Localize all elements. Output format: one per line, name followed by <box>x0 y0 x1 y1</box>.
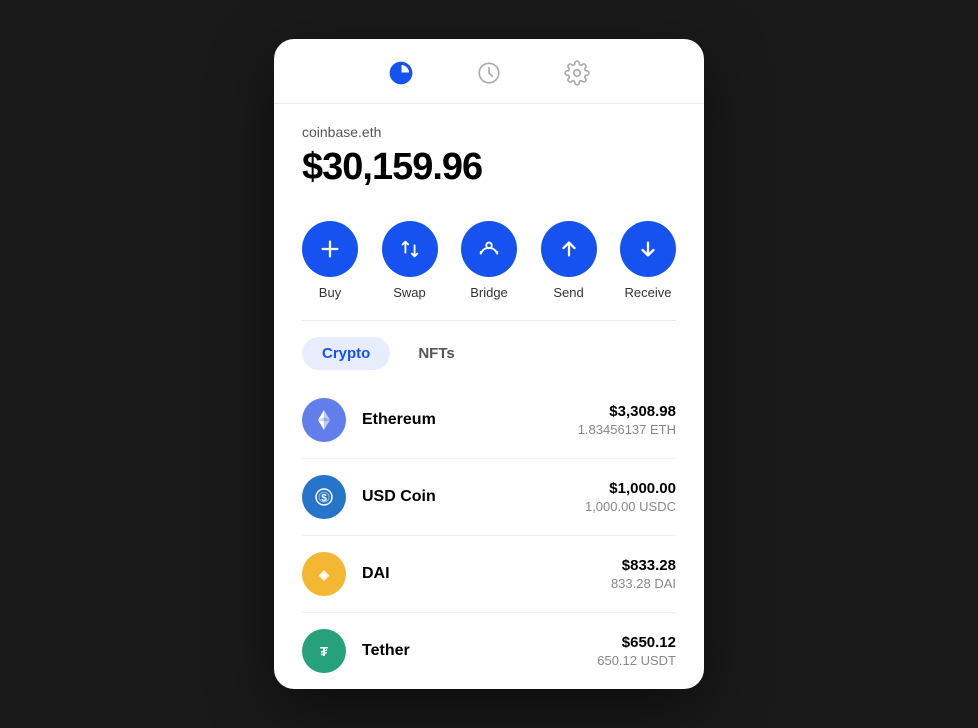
asset-row-usdc[interactable]: $ USD Coin $1,000.00 1,000.00 USDC <box>302 459 676 536</box>
asset-row-usdt[interactable]: ₮ Tether $650.12 650.12 USDT <box>302 613 676 689</box>
eth-icon <box>302 398 346 442</box>
dai-usd: $833.28 <box>611 557 676 574</box>
usdt-name: Tether <box>362 642 597 660</box>
buy-action[interactable]: Buy <box>302 221 358 300</box>
usdc-name: USD Coin <box>362 488 585 506</box>
svg-text:◈: ◈ <box>318 567 330 582</box>
dai-name: DAI <box>362 565 611 583</box>
usdt-values: $650.12 650.12 USDT <box>597 634 676 668</box>
asset-row-dai[interactable]: ◈ DAI $833.28 833.28 DAI <box>302 536 676 613</box>
dai-values: $833.28 833.28 DAI <box>611 557 676 591</box>
action-buttons-row: Buy Swap Bridge <box>274 197 704 320</box>
tab-nfts[interactable]: NFTs <box>398 337 474 370</box>
dai-icon: ◈ <box>302 552 346 596</box>
eth-crypto: 1.83456137 ETH <box>578 422 676 437</box>
usdc-usd: $1,000.00 <box>585 480 676 497</box>
eth-usd: $3,308.98 <box>578 403 676 420</box>
usdc-values: $1,000.00 1,000.00 USDC <box>585 480 676 514</box>
receive-action[interactable]: Receive <box>620 221 676 300</box>
usdt-crypto: 650.12 USDT <box>597 653 676 668</box>
portfolio-nav-icon[interactable] <box>387 59 415 87</box>
history-nav-icon[interactable] <box>475 59 503 87</box>
tab-crypto[interactable]: Crypto <box>302 337 390 370</box>
usdc-crypto: 1,000.00 USDC <box>585 499 676 514</box>
swap-circle <box>382 221 438 277</box>
wallet-name: coinbase.eth <box>302 124 676 140</box>
dai-crypto: 833.28 DAI <box>611 576 676 591</box>
wallet-balance: $30,159.96 <box>302 146 676 189</box>
bridge-label: Bridge <box>470 285 508 300</box>
phone-frame: coinbase.eth $30,159.96 Buy Swap <box>274 39 704 689</box>
usdt-usd: $650.12 <box>597 634 676 651</box>
eth-values: $3,308.98 1.83456137 ETH <box>578 403 676 437</box>
wallet-section: coinbase.eth $30,159.96 <box>274 104 704 197</box>
swap-label: Swap <box>393 285 426 300</box>
send-circle <box>541 221 597 277</box>
send-action[interactable]: Send <box>541 221 597 300</box>
receive-circle <box>620 221 676 277</box>
swap-action[interactable]: Swap <box>382 221 438 300</box>
svg-text:₮: ₮ <box>320 644 328 659</box>
asset-row-eth[interactable]: Ethereum $3,308.98 1.83456137 ETH <box>302 382 676 459</box>
buy-label: Buy <box>319 285 341 300</box>
top-nav <box>274 39 704 104</box>
asset-list: Ethereum $3,308.98 1.83456137 ETH $ USD … <box>274 382 704 689</box>
buy-circle <box>302 221 358 277</box>
receive-label: Receive <box>625 285 672 300</box>
settings-nav-icon[interactable] <box>563 59 591 87</box>
bridge-action[interactable]: Bridge <box>461 221 517 300</box>
bridge-circle <box>461 221 517 277</box>
eth-name: Ethereum <box>362 411 578 429</box>
usdt-icon: ₮ <box>302 629 346 673</box>
usdc-icon: $ <box>302 475 346 519</box>
tabs-row: Crypto NFTs <box>274 321 704 382</box>
send-label: Send <box>553 285 583 300</box>
